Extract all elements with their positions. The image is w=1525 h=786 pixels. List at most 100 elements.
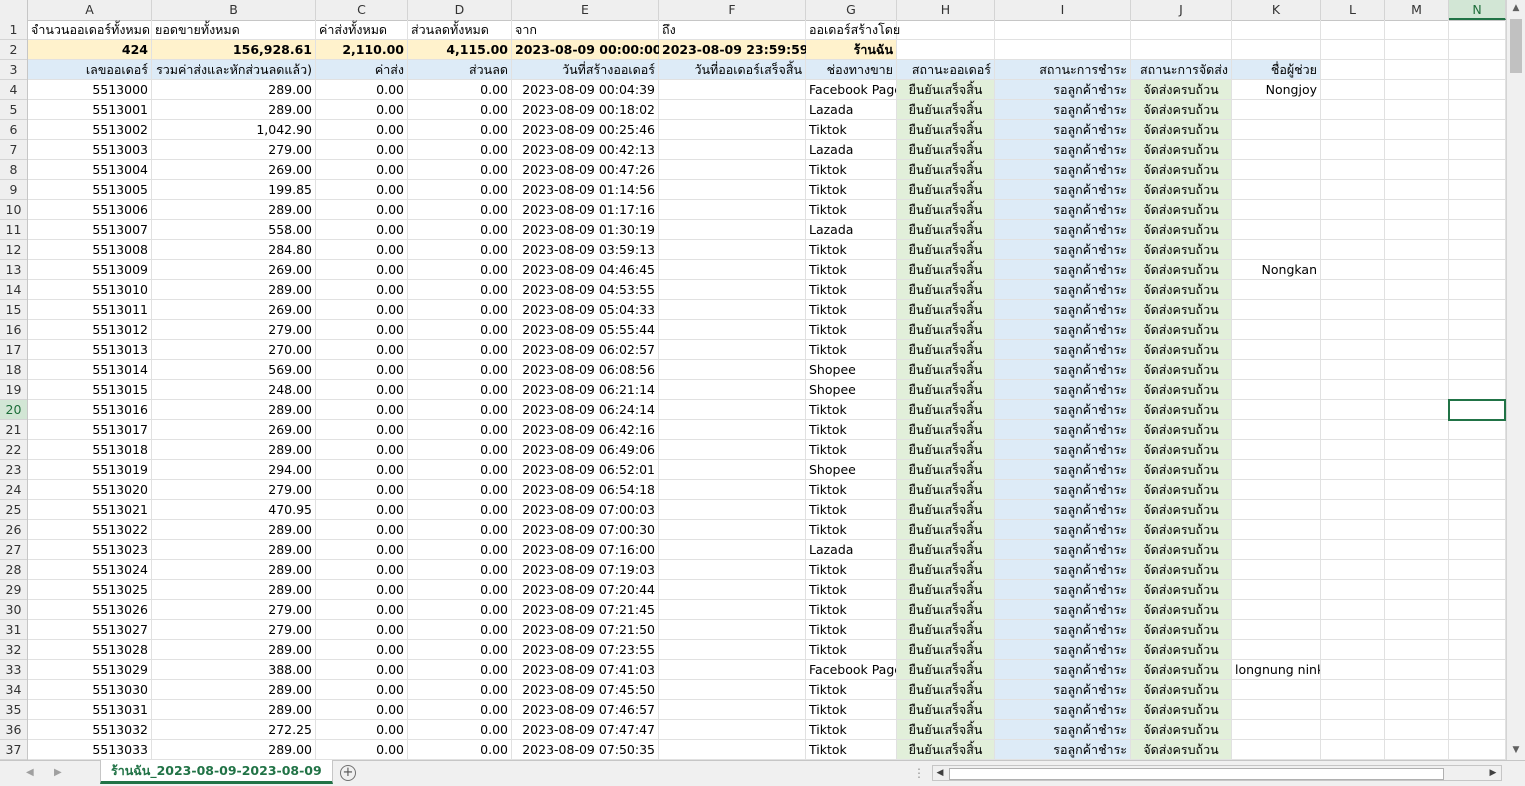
- empty-cell[interactable]: [1449, 320, 1506, 340]
- delivery-status-cell[interactable]: จัดส่งครบถ้วน: [1131, 260, 1232, 280]
- empty-cell[interactable]: [1321, 600, 1385, 620]
- empty-cell[interactable]: [1449, 640, 1506, 660]
- empty-cell[interactable]: [1321, 240, 1385, 260]
- order-total-cell[interactable]: 289.00: [152, 540, 316, 560]
- discount-cell[interactable]: 0.00: [408, 460, 512, 480]
- shipping-cell[interactable]: 0.00: [316, 500, 408, 520]
- payment-status-cell[interactable]: รอลูกค้าชำระ: [995, 480, 1131, 500]
- order-status-cell[interactable]: ยืนยันเสร็จสิ้น: [897, 240, 995, 260]
- shipping-cell[interactable]: 0.00: [316, 140, 408, 160]
- empty-cell[interactable]: [1321, 300, 1385, 320]
- sales-channel-cell[interactable]: Tiktok: [806, 340, 897, 360]
- empty-cell[interactable]: [1385, 360, 1449, 380]
- scroll-left-icon[interactable]: ◀: [933, 766, 947, 780]
- shipping-cell[interactable]: 0.00: [316, 640, 408, 660]
- order-id-cell[interactable]: 5513027: [28, 620, 152, 640]
- discount-cell[interactable]: 0.00: [408, 420, 512, 440]
- payment-status-cell[interactable]: รอลูกค้าชำระ: [995, 280, 1131, 300]
- shipping-cell[interactable]: 0.00: [316, 600, 408, 620]
- payment-status-cell[interactable]: รอลูกค้าชำระ: [995, 440, 1131, 460]
- row-header-24[interactable]: 24: [0, 480, 27, 500]
- table-header-k[interactable]: ชื่อผู้ช่วย: [1232, 60, 1321, 80]
- order-status-cell[interactable]: ยืนยันเสร็จสิ้น: [897, 620, 995, 640]
- empty-cell[interactable]: [1385, 40, 1449, 60]
- table-header-d[interactable]: ส่วนลด: [408, 60, 512, 80]
- payment-status-cell[interactable]: รอลูกค้าชำระ: [995, 220, 1131, 240]
- shipping-cell[interactable]: 0.00: [316, 520, 408, 540]
- assistant-name-cell[interactable]: [1232, 540, 1321, 560]
- created-date-cell[interactable]: 2023-08-09 01:17:16: [512, 200, 659, 220]
- created-date-cell[interactable]: 2023-08-09 06:21:14: [512, 380, 659, 400]
- delivery-status-cell[interactable]: จัดส่งครบถ้วน: [1131, 300, 1232, 320]
- discount-cell[interactable]: 0.00: [408, 200, 512, 220]
- empty-cell[interactable]: [1385, 180, 1449, 200]
- payment-status-cell[interactable]: รอลูกค้าชำระ: [995, 600, 1131, 620]
- created-date-cell[interactable]: 2023-08-09 06:54:18: [512, 480, 659, 500]
- scroll-up-icon[interactable]: ▲: [1507, 0, 1525, 17]
- payment-status-cell[interactable]: รอลูกค้าชำระ: [995, 560, 1131, 580]
- summary-label-a[interactable]: จำนวนออเดอร์ทั้งหมด: [28, 20, 152, 40]
- empty-cell[interactable]: [1321, 340, 1385, 360]
- order-total-cell[interactable]: 294.00: [152, 460, 316, 480]
- delivery-status-cell[interactable]: จัดส่งครบถ้วน: [1131, 100, 1232, 120]
- shipping-cell[interactable]: 0.00: [316, 540, 408, 560]
- payment-status-cell[interactable]: รอลูกค้าชำระ: [995, 260, 1131, 280]
- sales-channel-cell[interactable]: Facebook Page: [806, 80, 897, 100]
- sales-channel-cell[interactable]: Tiktok: [806, 740, 897, 760]
- order-total-cell[interactable]: 269.00: [152, 160, 316, 180]
- completed-date-cell[interactable]: [659, 160, 806, 180]
- order-total-cell[interactable]: 289.00: [152, 680, 316, 700]
- empty-cell[interactable]: [1385, 200, 1449, 220]
- empty-cell[interactable]: [1385, 560, 1449, 580]
- empty-cell[interactable]: [1385, 660, 1449, 680]
- order-id-cell[interactable]: 5513014: [28, 360, 152, 380]
- assistant-name-cell[interactable]: [1232, 460, 1321, 480]
- shipping-cell[interactable]: 0.00: [316, 240, 408, 260]
- order-status-cell[interactable]: ยืนยันเสร็จสิ้น: [897, 440, 995, 460]
- order-id-cell[interactable]: 5513004: [28, 160, 152, 180]
- scroll-right-icon[interactable]: ▶: [1486, 766, 1500, 780]
- summary-value-g[interactable]: ร้านฉัน: [806, 40, 897, 60]
- shipping-cell[interactable]: 0.00: [316, 580, 408, 600]
- delivery-status-cell[interactable]: จัดส่งครบถ้วน: [1131, 180, 1232, 200]
- row-header-28[interactable]: 28: [0, 560, 27, 580]
- assistant-name-cell[interactable]: [1232, 440, 1321, 460]
- payment-status-cell[interactable]: รอลูกค้าชำระ: [995, 640, 1131, 660]
- empty-cell[interactable]: [1449, 80, 1506, 100]
- empty-cell[interactable]: [1321, 280, 1385, 300]
- empty-cell[interactable]: [1449, 580, 1506, 600]
- discount-cell[interactable]: 0.00: [408, 560, 512, 580]
- shipping-cell[interactable]: 0.00: [316, 320, 408, 340]
- empty-cell[interactable]: [1385, 620, 1449, 640]
- empty-cell[interactable]: [1232, 40, 1321, 60]
- sales-channel-cell[interactable]: Tiktok: [806, 480, 897, 500]
- row-header-16[interactable]: 16: [0, 320, 27, 340]
- table-header-f[interactable]: วันที่ออเดอร์เสร็จสิ้น: [659, 60, 806, 80]
- assistant-name-cell[interactable]: [1232, 240, 1321, 260]
- assistant-name-cell[interactable]: [1232, 620, 1321, 640]
- empty-cell[interactable]: [1321, 480, 1385, 500]
- completed-date-cell[interactable]: [659, 200, 806, 220]
- completed-date-cell[interactable]: [659, 480, 806, 500]
- empty-cell[interactable]: [1449, 420, 1506, 440]
- discount-cell[interactable]: 0.00: [408, 740, 512, 760]
- summary-value-d[interactable]: 4,115.00: [408, 40, 512, 60]
- empty-cell[interactable]: [897, 40, 995, 60]
- discount-cell[interactable]: 0.00: [408, 140, 512, 160]
- delivery-status-cell[interactable]: จัดส่งครบถ้วน: [1131, 540, 1232, 560]
- order-id-cell[interactable]: 5513010: [28, 280, 152, 300]
- completed-date-cell[interactable]: [659, 440, 806, 460]
- completed-date-cell[interactable]: [659, 500, 806, 520]
- sales-channel-cell[interactable]: Tiktok: [806, 600, 897, 620]
- row-header-11[interactable]: 11: [0, 220, 27, 240]
- delivery-status-cell[interactable]: จัดส่งครบถ้วน: [1131, 740, 1232, 760]
- order-status-cell[interactable]: ยืนยันเสร็จสิ้น: [897, 500, 995, 520]
- discount-cell[interactable]: 0.00: [408, 120, 512, 140]
- empty-cell[interactable]: [1385, 440, 1449, 460]
- empty-cell[interactable]: [1449, 440, 1506, 460]
- order-id-cell[interactable]: 5513025: [28, 580, 152, 600]
- empty-cell[interactable]: [1449, 620, 1506, 640]
- empty-cell[interactable]: [1321, 520, 1385, 540]
- order-total-cell[interactable]: 289.00: [152, 280, 316, 300]
- payment-status-cell[interactable]: รอลูกค้าชำระ: [995, 500, 1131, 520]
